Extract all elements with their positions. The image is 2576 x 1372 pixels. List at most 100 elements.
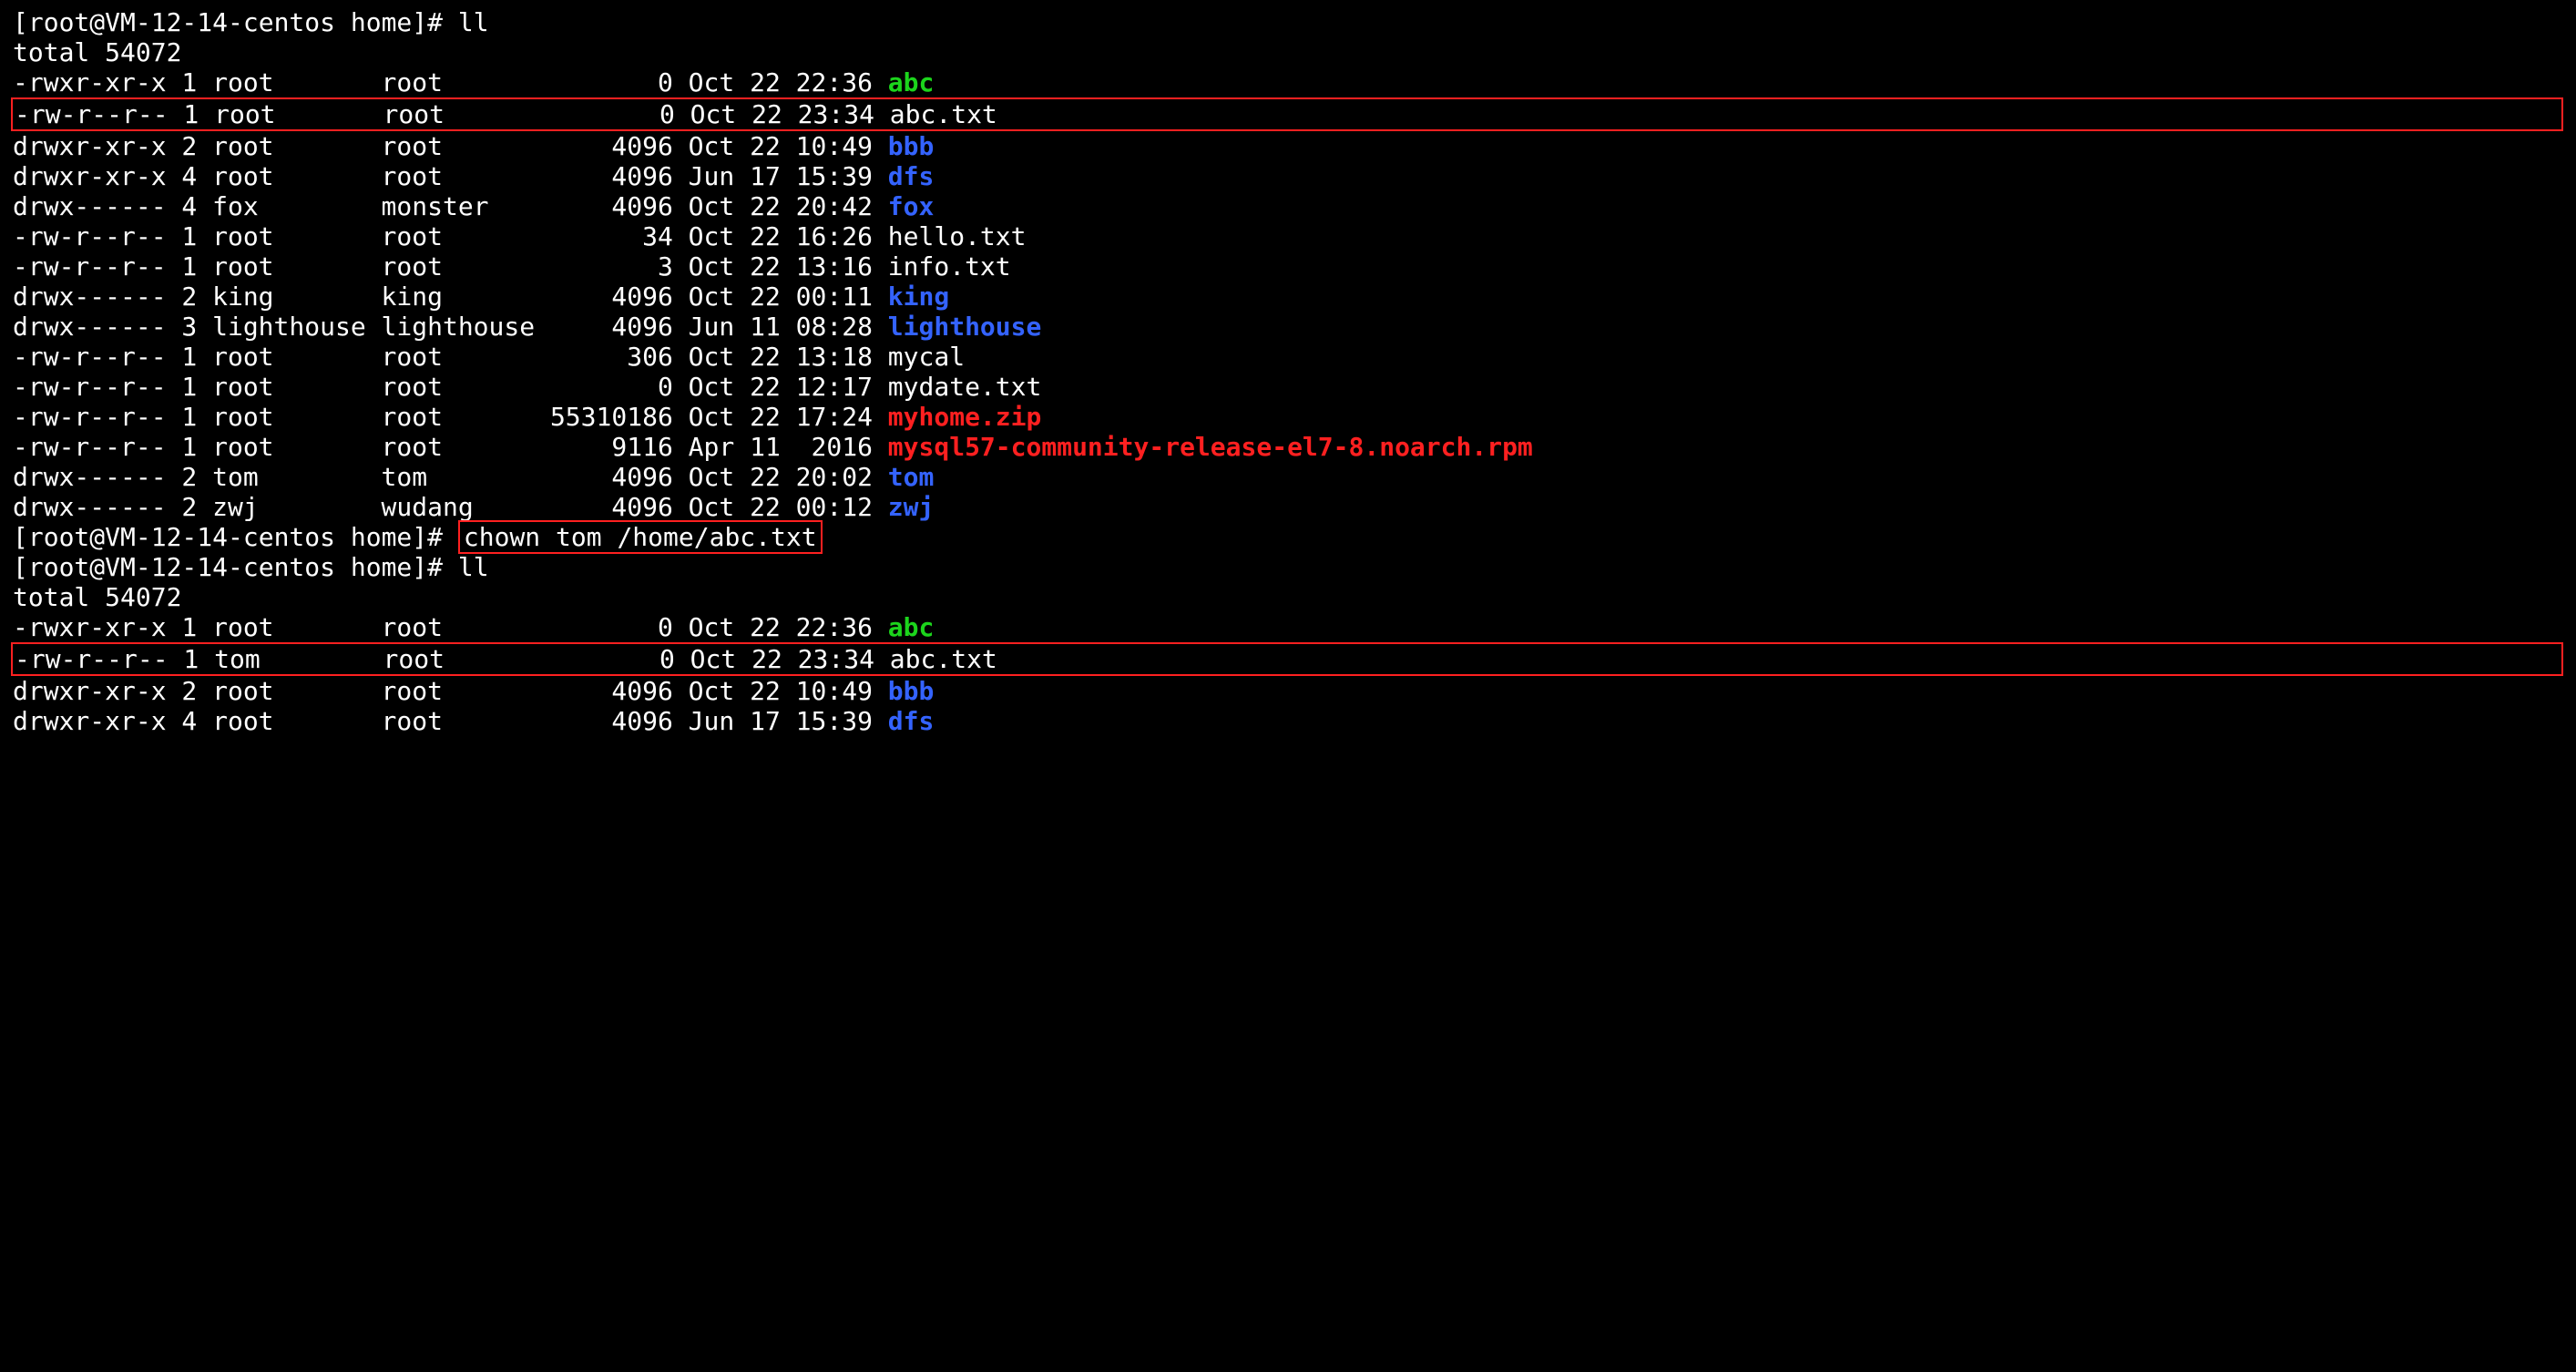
file-owner: tom [212, 462, 381, 492]
file-group: king [382, 282, 550, 312]
file-name: lighthouse [888, 312, 1042, 342]
file-date: Oct 22 [689, 131, 796, 161]
file-name: abc [888, 612, 935, 642]
terminal[interactable]: [root@VM-12-14-centos home]# ll total 54… [0, 0, 2576, 743]
file-row: drwxr-xr-x4rootroot4096Jun 1715:39dfs [13, 706, 2563, 736]
file-row: drwx------2tomtom4096Oct 2220:02tom [13, 462, 2563, 492]
file-size: 306 [550, 342, 673, 372]
file-size: 4096 [550, 282, 673, 312]
file-links: 3 [167, 312, 198, 342]
file-size: 4096 [550, 131, 673, 161]
file-name: mydate.txt [888, 372, 1042, 402]
file-owner: root [212, 432, 381, 462]
file-links: 2 [167, 462, 198, 492]
file-name: bbb [888, 131, 935, 161]
file-date: Oct 22 [689, 612, 796, 642]
file-permissions: -rwxr-xr-x [13, 67, 167, 97]
file-permissions: drwx------ [13, 191, 167, 221]
command-chown: chown tom /home/abc.txt [458, 520, 823, 554]
file-owner: lighthouse [212, 312, 381, 342]
file-group: root [382, 67, 550, 97]
file-row: -rwxr-xr-x1rootroot0Oct 2222:36abc [13, 67, 2563, 97]
file-date: Oct 22 [689, 462, 796, 492]
file-date: Oct 22 [689, 492, 796, 522]
file-row: drwxr-xr-x2rootroot4096Oct 2210:49bbb [13, 676, 2563, 706]
file-size: 0 [550, 372, 673, 402]
file-permissions: drwx------ [13, 282, 167, 312]
file-permissions: -rw-r--r-- [13, 372, 167, 402]
file-owner: root [212, 131, 381, 161]
file-group: root [382, 676, 550, 706]
file-time: 16:26 [796, 221, 873, 251]
prompt-line-1: [root@VM-12-14-centos home]# ll [13, 7, 2563, 37]
file-row: drwxr-xr-x4rootroot4096Jun 1715:39dfs [13, 161, 2563, 191]
file-row: -rw-r--r--1rootroot34Oct 2216:26hello.tx… [13, 221, 2563, 251]
file-links: 4 [167, 191, 198, 221]
file-group: root [382, 161, 550, 191]
file-date: Oct 22 [689, 282, 796, 312]
command-ll: ll [458, 552, 489, 582]
file-size: 3 [550, 251, 673, 282]
file-row: drwxr-xr-x2rootroot4096Oct 2210:49bbb [13, 131, 2563, 161]
file-name: king [888, 282, 949, 312]
file-date: Oct 22 [689, 676, 796, 706]
file-group: lighthouse [382, 312, 550, 342]
file-permissions: -rw-r--r-- [13, 342, 167, 372]
file-links: 1 [169, 99, 199, 129]
file-group: root [382, 372, 550, 402]
file-time: 08:28 [796, 312, 873, 342]
file-time: 17:24 [796, 402, 873, 432]
file-permissions: drwxr-xr-x [13, 676, 167, 706]
file-group: root [382, 251, 550, 282]
file-size: 4096 [550, 492, 673, 522]
file-permissions: -rw-r--r-- [13, 432, 167, 462]
file-name: mycal [888, 342, 965, 372]
file-time: 10:49 [796, 676, 873, 706]
file-time: 22:36 [796, 67, 873, 97]
file-size: 0 [552, 99, 675, 129]
command-ll: ll [458, 7, 489, 37]
file-name: fox [888, 191, 935, 221]
file-owner: root [212, 676, 381, 706]
file-group: root [383, 644, 552, 674]
file-links: 4 [167, 161, 198, 191]
file-size: 4096 [550, 706, 673, 736]
file-links: 1 [167, 342, 198, 372]
file-permissions: -rw-r--r-- [15, 99, 169, 129]
file-size: 4096 [550, 161, 673, 191]
file-permissions: -rwxr-xr-x [13, 612, 167, 642]
file-permissions: -rw-r--r-- [13, 221, 167, 251]
file-group: root [382, 342, 550, 372]
file-owner: root [212, 251, 381, 282]
file-row: -rw-r--r--1rootroot0Oct 2212:17mydate.tx… [13, 372, 2563, 402]
file-date: Oct 22 [689, 191, 796, 221]
file-date: Jun 11 [689, 312, 796, 342]
file-name: bbb [888, 676, 935, 706]
file-name: dfs [888, 706, 935, 736]
prompt: [root@VM-12-14-centos home]# [13, 552, 458, 582]
file-owner: root [212, 67, 381, 97]
file-size: 9116 [550, 432, 673, 462]
file-date: Jun 17 [689, 706, 796, 736]
file-listing-1: -rwxr-xr-x1rootroot0Oct 2222:36abc-rw-r-… [13, 67, 2563, 522]
prompt-line-3: [root@VM-12-14-centos home]# ll [13, 552, 2563, 582]
file-size: 0 [550, 612, 673, 642]
file-links: 2 [167, 492, 198, 522]
file-time: 00:12 [796, 492, 873, 522]
file-row: -rw-r--r--1rootroot3Oct 2213:16info.txt [13, 251, 2563, 282]
file-date: Oct 22 [689, 251, 796, 282]
file-permissions: -rw-r--r-- [13, 402, 167, 432]
file-permissions: -rw-r--r-- [13, 251, 167, 282]
total-line-1: total 54072 [13, 37, 2563, 67]
file-name: dfs [888, 161, 935, 191]
file-group: root [382, 221, 550, 251]
file-links: 1 [169, 644, 199, 674]
file-owner: root [212, 221, 381, 251]
file-date: Oct 22 [689, 342, 796, 372]
file-date: Oct 22 [689, 221, 796, 251]
file-time: 20:42 [796, 191, 873, 221]
file-owner: zwj [212, 492, 381, 522]
file-links: 1 [167, 67, 198, 97]
file-size: 4096 [550, 462, 673, 492]
file-time: 20:02 [796, 462, 873, 492]
